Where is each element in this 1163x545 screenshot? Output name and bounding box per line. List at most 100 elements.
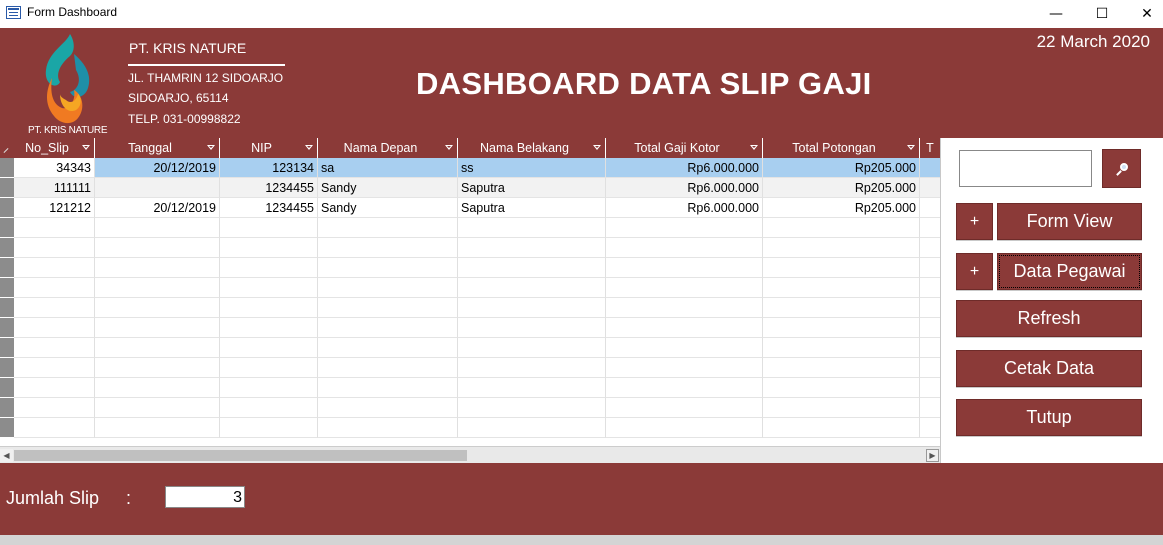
dropdown-arrow-icon[interactable] [305,145,313,150]
empty-cell[interactable] [95,298,220,318]
cell-nip[interactable]: 1234455 [220,198,318,218]
empty-cell[interactable] [95,258,220,278]
record-selector[interactable] [0,398,14,418]
empty-table-row[interactable] [14,258,940,278]
table-row[interactable]: 34343 20/12/2019 123134 sa ss Rp6.000.00… [14,158,940,178]
empty-cell[interactable] [920,298,940,318]
empty-table-row[interactable] [14,298,940,318]
dropdown-arrow-icon[interactable] [207,145,215,150]
empty-cell[interactable] [95,398,220,418]
maximize-button[interactable]: ☐ [1079,0,1125,28]
empty-cell[interactable] [95,378,220,398]
record-selector[interactable] [0,278,14,298]
empty-cell[interactable] [458,378,606,398]
record-selector[interactable] [0,318,14,338]
empty-cell[interactable] [318,358,458,378]
empty-cell[interactable] [14,398,95,418]
dropdown-arrow-icon[interactable] [82,145,90,150]
empty-cell[interactable] [920,258,940,278]
empty-cell[interactable] [318,238,458,258]
empty-table-row[interactable] [14,338,940,358]
empty-cell[interactable] [318,258,458,278]
column-header-total-gaji-kotor[interactable]: Total Gaji Kotor [606,138,763,158]
empty-cell[interactable] [763,298,920,318]
empty-cell[interactable] [458,338,606,358]
column-header-total-potongan[interactable]: Total Potongan [763,138,920,158]
empty-cell[interactable] [14,418,95,438]
scroll-left-icon[interactable]: ◀ [0,449,13,462]
record-selector[interactable] [0,258,14,278]
record-selector[interactable] [0,198,14,218]
refresh-button[interactable]: Refresh [956,300,1142,337]
empty-cell[interactable] [920,278,940,298]
empty-cell[interactable] [606,278,763,298]
empty-cell[interactable] [14,318,95,338]
dropdown-arrow-icon[interactable] [445,145,453,150]
empty-cell[interactable] [606,298,763,318]
empty-cell[interactable] [606,338,763,358]
empty-cell[interactable] [95,318,220,338]
empty-cell[interactable] [458,298,606,318]
empty-cell[interactable] [763,418,920,438]
column-header-no-slip[interactable]: No_Slip [14,138,95,158]
empty-cell[interactable] [458,358,606,378]
empty-table-row[interactable] [14,238,940,258]
empty-cell[interactable] [763,398,920,418]
empty-cell[interactable] [458,418,606,438]
empty-cell[interactable] [763,358,920,378]
empty-cell[interactable] [606,238,763,258]
empty-cell[interactable] [458,318,606,338]
empty-cell[interactable] [220,258,318,278]
empty-table-row[interactable] [14,318,940,338]
empty-cell[interactable] [458,278,606,298]
search-input[interactable] [959,150,1092,187]
record-selector[interactable] [0,358,14,378]
cell-nip[interactable]: 1234455 [220,178,318,198]
empty-cell[interactable] [95,218,220,238]
empty-cell[interactable] [220,278,318,298]
empty-cell[interactable] [920,318,940,338]
column-header-nip[interactable]: NIP [220,138,318,158]
empty-cell[interactable] [220,238,318,258]
empty-cell[interactable] [220,358,318,378]
cell-total-gaji-kotor[interactable]: Rp6.000.000 [606,158,763,178]
cell-nip[interactable]: 123134 [220,158,318,178]
empty-cell[interactable] [763,238,920,258]
column-header-partial[interactable]: T [920,138,940,158]
empty-cell[interactable] [606,358,763,378]
empty-cell[interactable] [14,278,95,298]
select-all-corner[interactable] [0,138,14,158]
empty-table-row[interactable] [14,398,940,418]
minimize-button[interactable]: — [1033,0,1079,28]
empty-cell[interactable] [14,358,95,378]
cell-partial[interactable] [920,158,940,178]
empty-cell[interactable] [458,218,606,238]
add-slip-button[interactable]: + [956,203,993,240]
record-selector[interactable] [0,418,14,438]
empty-cell[interactable] [220,398,318,418]
empty-cell[interactable] [763,218,920,238]
cell-nama-depan[interactable]: Sandy [318,198,458,218]
empty-cell[interactable] [606,418,763,438]
record-selector[interactable] [0,178,14,198]
cell-partial[interactable] [920,198,940,218]
cell-tanggal[interactable] [95,178,220,198]
empty-cell[interactable] [920,418,940,438]
empty-table-row[interactable] [14,358,940,378]
empty-cell[interactable] [220,218,318,238]
cell-partial[interactable] [920,178,940,198]
empty-table-row[interactable] [14,278,940,298]
empty-cell[interactable] [763,318,920,338]
empty-cell[interactable] [220,378,318,398]
cell-nama-belakang[interactable]: ss [458,158,606,178]
data-pegawai-button[interactable]: Data Pegawai [997,253,1142,290]
empty-cell[interactable] [220,338,318,358]
empty-cell[interactable] [606,378,763,398]
column-header-tanggal[interactable]: Tanggal [95,138,220,158]
cell-nama-depan[interactable]: sa [318,158,458,178]
empty-cell[interactable] [220,318,318,338]
empty-cell[interactable] [920,238,940,258]
empty-cell[interactable] [14,378,95,398]
empty-cell[interactable] [920,398,940,418]
empty-cell[interactable] [458,258,606,278]
